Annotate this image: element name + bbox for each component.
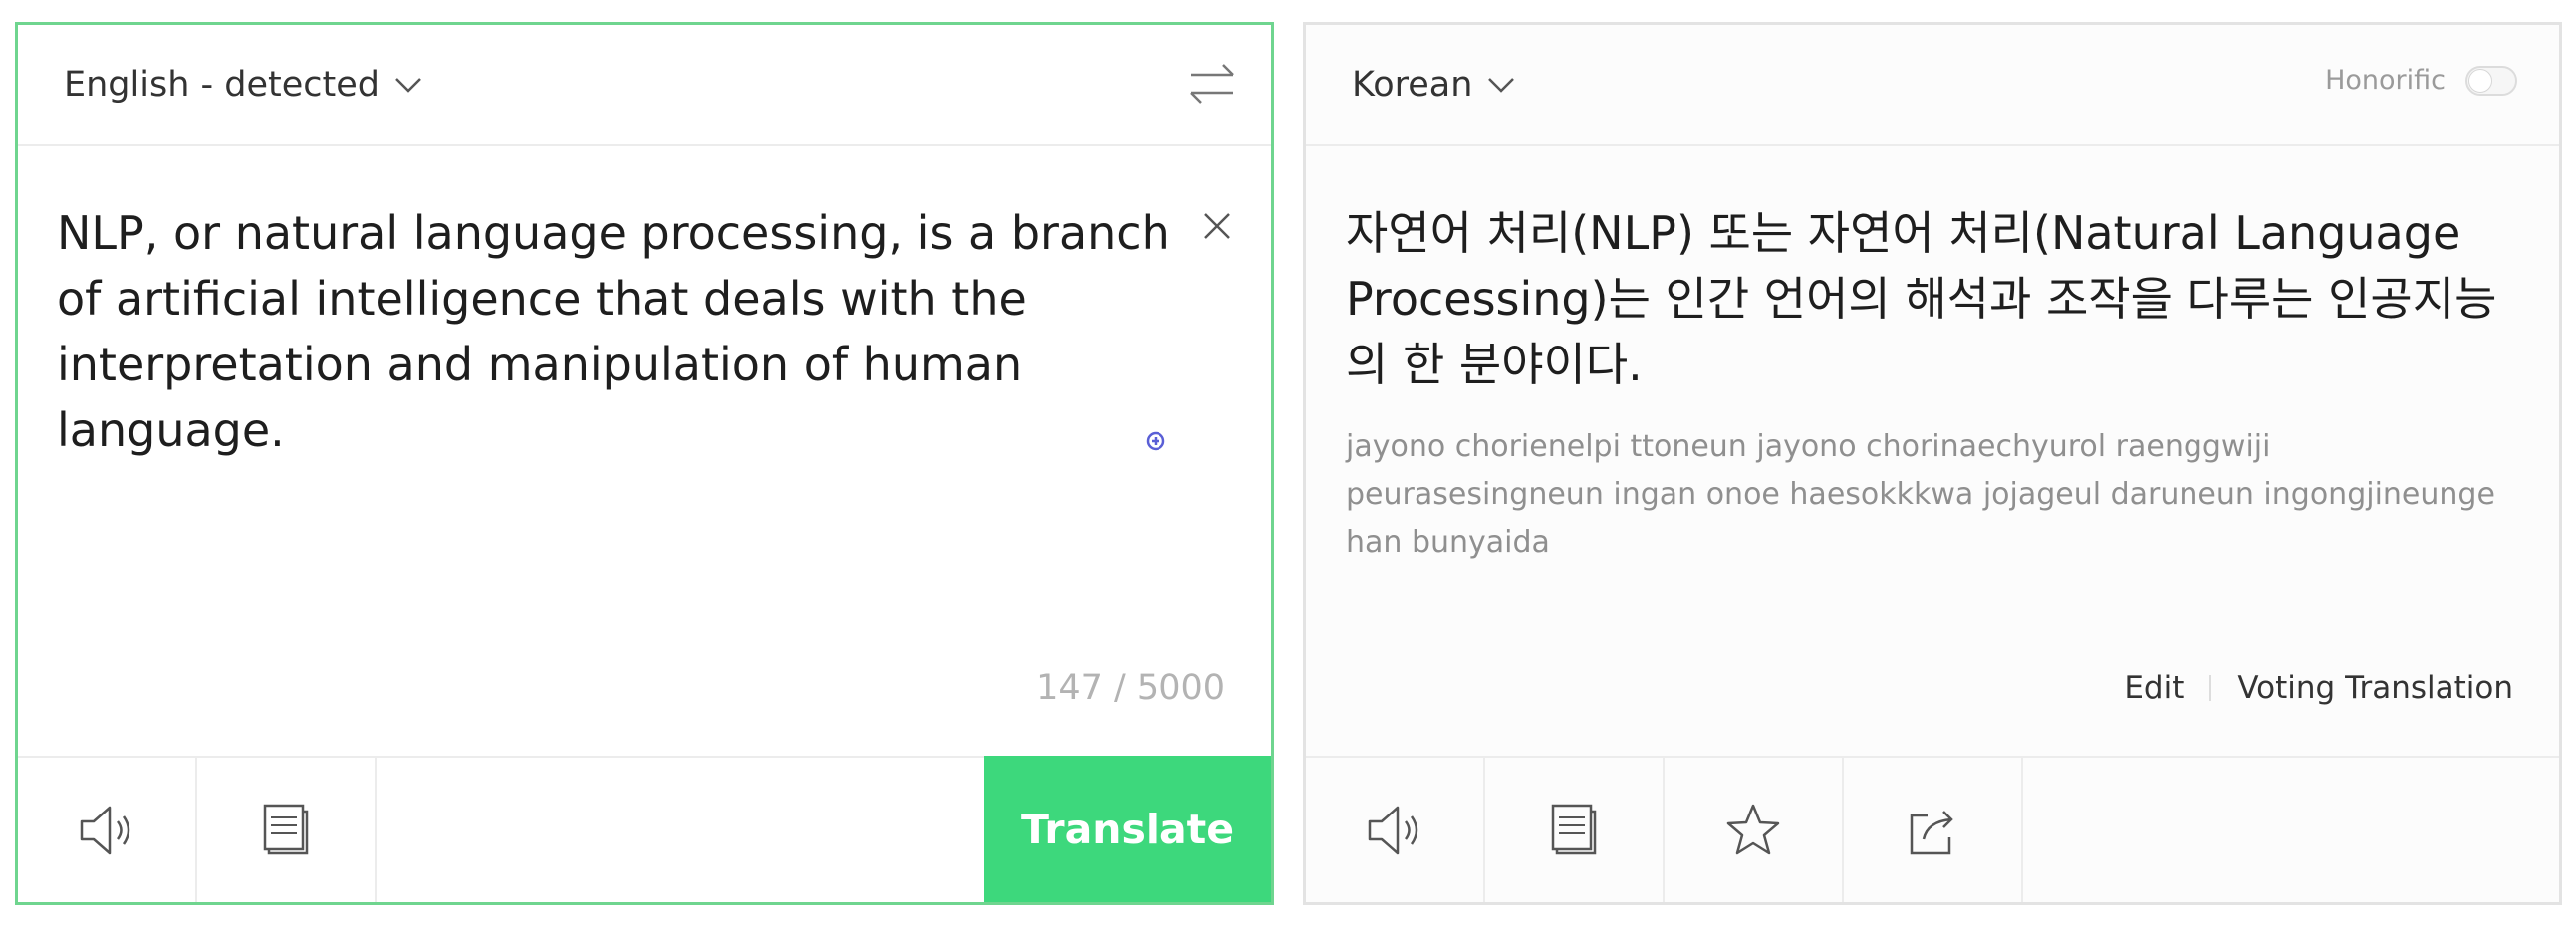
copy-icon: [1551, 804, 1597, 854]
star-icon: [1726, 804, 1780, 854]
honorific-control: Honorific: [2325, 65, 2517, 96]
chevron-down-icon: [395, 78, 421, 93]
source-header: English - detected: [18, 25, 1271, 146]
romanized-text: jayono chorienelpi ttoneun jayono chorin…: [1346, 429, 2495, 560]
source-listen-button[interactable]: [18, 758, 197, 902]
copy-icon: [263, 804, 309, 854]
voting-translation-link[interactable]: Voting Translation: [2237, 670, 2513, 706]
source-text-input[interactable]: NLP, or natural language processing, is …: [57, 200, 1172, 463]
close-icon[interactable]: [1201, 210, 1233, 242]
speaker-icon: [1368, 806, 1418, 854]
swap-arrows-icon[interactable]: [1187, 61, 1237, 107]
target-toolbar: [1306, 756, 2559, 902]
source-copy-button[interactable]: [197, 758, 377, 902]
target-language-select[interactable]: Korean: [1352, 65, 1516, 105]
target-language-label: Korean: [1352, 65, 1473, 105]
favorite-button[interactable]: [1665, 758, 1844, 902]
target-header: Korean Honorific: [1306, 25, 2559, 146]
speaker-icon: [80, 806, 130, 854]
honorific-toggle[interactable]: [2465, 65, 2517, 96]
character-count: 147 / 5000: [1036, 668, 1225, 708]
share-button[interactable]: [1844, 758, 2023, 902]
target-listen-button[interactable]: [1306, 758, 1485, 902]
edit-link[interactable]: Edit: [2124, 670, 2184, 706]
toggle-knob: [2468, 68, 2492, 93]
target-panel: Korean Honorific 자연어 처리(NLP) 또는 자연어 처리(N…: [1303, 22, 2562, 905]
target-copy-button[interactable]: [1485, 758, 1665, 902]
divider: [2209, 675, 2212, 701]
translate-button[interactable]: Translate: [984, 756, 1271, 902]
source-language-label: English - detected: [64, 65, 380, 105]
honorific-label: Honorific: [2325, 65, 2446, 96]
source-panel: English - detected NLP, or natural langu…: [15, 22, 1274, 905]
plus-circle-icon[interactable]: [1146, 431, 1165, 451]
translated-text: 자연어 처리(NLP) 또는 자연어 처리(Natural Language P…: [1346, 206, 2497, 391]
result-actions: Edit Voting Translation: [2124, 670, 2513, 706]
share-icon: [1910, 810, 1953, 854]
source-language-select[interactable]: English - detected: [64, 65, 423, 105]
chevron-down-icon: [1488, 78, 1515, 93]
